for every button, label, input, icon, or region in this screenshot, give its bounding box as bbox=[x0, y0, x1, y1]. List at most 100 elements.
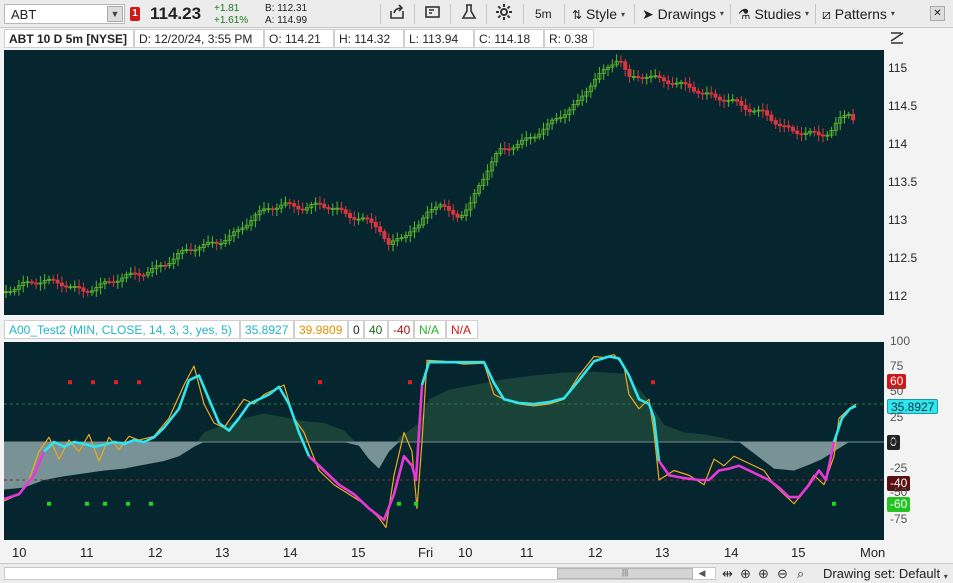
timeframe-button[interactable]: 5m bbox=[535, 3, 552, 25]
candle-body bbox=[141, 274, 146, 277]
chevron-down-icon: ▾ bbox=[719, 9, 724, 18]
drawings-label: Drawings bbox=[657, 6, 716, 22]
separator bbox=[486, 4, 487, 24]
cursor-style-icon[interactable] bbox=[889, 29, 905, 48]
signal-dot bbox=[397, 501, 401, 506]
candle-body bbox=[373, 222, 378, 228]
signal-dot bbox=[85, 501, 89, 506]
expand-icon[interactable]: ⌕ bbox=[797, 566, 804, 582]
study-axis-label: -50 bbox=[890, 485, 908, 499]
symbol-input[interactable]: ABT ▼ bbox=[4, 4, 125, 24]
candle-body bbox=[687, 83, 692, 88]
signal-dot bbox=[114, 380, 118, 385]
time-axis-label: Mon bbox=[860, 545, 886, 560]
candle-body bbox=[816, 131, 821, 136]
candle-body bbox=[666, 80, 671, 84]
chevron-down-icon: ▾ bbox=[890, 9, 895, 18]
separator bbox=[730, 4, 731, 24]
candle-body bbox=[773, 120, 778, 125]
time-axis-label: 15 bbox=[791, 545, 806, 560]
study-value-k: 35.8927 bbox=[240, 320, 294, 339]
candle-body bbox=[317, 202, 322, 205]
symbol-dropdown-icon[interactable]: ▼ bbox=[107, 6, 123, 22]
candle-body bbox=[623, 61, 628, 70]
study-chart[interactable] bbox=[3, 342, 884, 540]
symbol-text: ABT bbox=[11, 7, 37, 22]
style-button[interactable]: ⇅ Style ▾ bbox=[572, 3, 625, 25]
candle-body bbox=[132, 272, 137, 275]
study-axis-label: 100 bbox=[890, 334, 911, 348]
candle-body bbox=[442, 204, 447, 207]
signal-dot bbox=[47, 501, 51, 506]
candle-body bbox=[722, 99, 727, 102]
candle-body bbox=[214, 241, 219, 244]
study-value-sell: N/A bbox=[446, 320, 478, 339]
candle-body bbox=[760, 109, 765, 112]
time-scrollbar[interactable]: ||| ◀ bbox=[4, 567, 716, 580]
study-name[interactable]: A00_Test2 (MIN, CLOSE, 14, 3, 3, yes, 5) bbox=[4, 320, 240, 339]
candle-body bbox=[618, 60, 623, 63]
candle-body bbox=[661, 77, 666, 82]
bar-low: L: 113.94 bbox=[404, 29, 474, 48]
zoom-out-icon[interactable]: ⊖ bbox=[777, 566, 788, 582]
candle-body bbox=[369, 218, 374, 223]
candle-body bbox=[795, 130, 800, 135]
pct-change: +1.61% bbox=[214, 15, 249, 26]
crosshair-icon[interactable]: ⊕ bbox=[740, 566, 751, 582]
chevron-down-icon: ▾ bbox=[943, 572, 948, 581]
candle-body bbox=[81, 287, 86, 292]
alert-badge[interactable]: 1 bbox=[130, 7, 140, 21]
candle-body bbox=[451, 209, 456, 215]
time-axis-label: 15 bbox=[351, 545, 366, 560]
patterns-button[interactable]: ⧄ Patterns ▾ bbox=[822, 3, 895, 25]
time-axis-label: 14 bbox=[724, 545, 739, 560]
drawing-set-label: Drawing set: Default bbox=[823, 566, 941, 581]
bid-price: B: 112.31 bbox=[265, 3, 308, 14]
candle-body bbox=[322, 203, 327, 208]
share-icon[interactable] bbox=[388, 3, 408, 25]
patterns-icon: ⧄ bbox=[822, 6, 831, 22]
price-axis-label: 113.5 bbox=[888, 175, 918, 189]
fit-icon[interactable]: ⇹ bbox=[722, 566, 733, 582]
drawings-button[interactable]: ➤ Drawings ▾ bbox=[642, 3, 724, 25]
bar-open: O: 114.21 bbox=[264, 29, 334, 48]
app-window: ABT ▼ 1 114.23 +1.81 +1.61% B: 112.31 A:… bbox=[0, 0, 953, 583]
candle-body bbox=[51, 278, 56, 281]
candle-body bbox=[692, 86, 697, 92]
candle-body bbox=[270, 208, 275, 211]
study-axis-label: -75 bbox=[890, 512, 908, 526]
drawing-set-menu[interactable]: Drawing set: Default ▾ bbox=[823, 566, 948, 581]
price-chart[interactable] bbox=[3, 50, 884, 315]
separator bbox=[523, 4, 524, 24]
candle-body bbox=[769, 114, 774, 121]
scroll-left-icon[interactable]: ◀ bbox=[695, 568, 709, 579]
bar-date: D: 12/20/24, 3:55 PM bbox=[134, 29, 264, 48]
candle-body bbox=[382, 231, 387, 239]
bar-high: H: 114.32 bbox=[334, 29, 404, 48]
candle-body bbox=[386, 238, 391, 245]
price-chart-pane[interactable] bbox=[3, 50, 884, 315]
candle-body bbox=[782, 125, 787, 128]
patterns-label: Patterns bbox=[834, 6, 887, 22]
price-axis-label: 113 bbox=[888, 213, 908, 227]
quote-icon[interactable] bbox=[424, 3, 444, 25]
candle-body bbox=[107, 281, 112, 284]
studies-label: Studies bbox=[754, 6, 802, 22]
price-axis-label: 112.5 bbox=[888, 251, 918, 265]
candle-body bbox=[300, 208, 305, 211]
study-value-lower: -40 bbox=[388, 320, 414, 339]
close-icon[interactable]: ✕ bbox=[930, 6, 945, 21]
chevron-down-icon: ▾ bbox=[620, 10, 625, 19]
study-pane[interactable] bbox=[3, 342, 884, 540]
flask-icon[interactable] bbox=[460, 3, 480, 25]
gear-icon[interactable] bbox=[495, 3, 515, 25]
timeframe-label: 5m bbox=[535, 7, 552, 21]
candle-body bbox=[507, 148, 512, 151]
study-axis-label: 75 bbox=[890, 359, 904, 373]
studies-button[interactable]: ⚗ Studies ▾ bbox=[738, 3, 809, 25]
signal-dot bbox=[408, 380, 412, 385]
candle-body bbox=[627, 68, 632, 78]
scrollbar-thumb[interactable]: ||| bbox=[557, 568, 693, 579]
zoom-in-icon[interactable]: ⊕ bbox=[758, 566, 769, 582]
cursor-icon: ➤ bbox=[642, 6, 654, 22]
